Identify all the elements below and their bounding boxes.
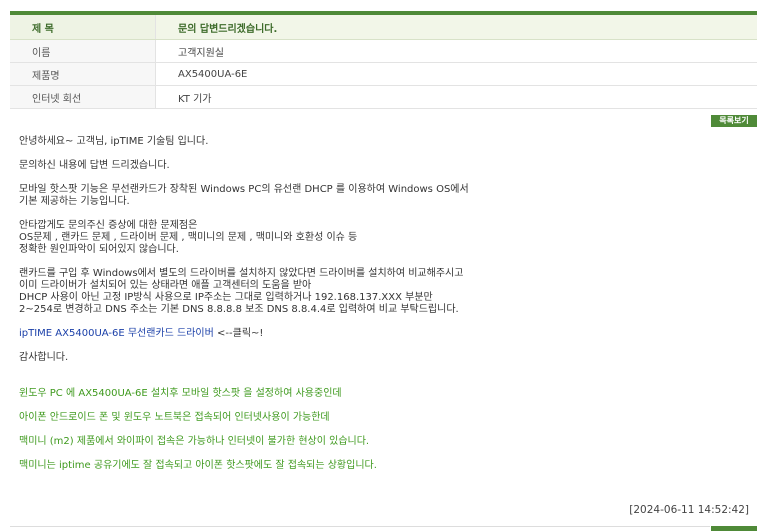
answer-paragraph-2-line-3: 정확한 원인파악이 되어있지 않습니다. — [19, 244, 179, 255]
question-line-3: 맥미니 (m2) 제품에서 와이파이 접속은 가능하나 인터넷이 불가한 현상이… — [19, 436, 370, 447]
internet-row: 인터넷 회선 KT 기가 — [10, 85, 757, 109]
question-line-1: 윈도우 PC 에 AX5400UA-6E 설치후 모바일 핫스팟 을 설정하여 … — [19, 388, 342, 399]
post-timestamp: [2024-06-11 14:52:42] — [629, 504, 749, 516]
internet-label: 인터넷 회선 — [10, 85, 156, 109]
answer-paragraph-3-line-4: 2~254로 변경하고 DNS 주소는 기본 DNS 8.8.8.8 보조 DN… — [19, 304, 459, 315]
answer-paragraph-2-line-2: OS문제 , 랜카드 문제 , 드라이버 문제 , 맥미니의 문제 , 맥미니와… — [19, 232, 358, 243]
name-row: 이름 고객지원실 — [10, 39, 757, 63]
list-view-button[interactable]: 목록보기 — [711, 115, 757, 127]
answer-paragraph-3-line-3: DHCP 사용이 아닌 고정 IP방식 사용으로 IP주소는 그대로 입력하거나… — [19, 292, 433, 303]
answer-paragraph-3-line-1: 랜카드를 구입 후 Windows에서 별도의 드라이버를 설치하지 않았다면 … — [19, 268, 464, 279]
product-row: 제품명 AX5400UA-6E — [10, 62, 757, 86]
driver-download-link[interactable]: ipTIME AX5400UA-6E 무선랜카드 드라이버 — [19, 328, 214, 339]
product-label: 제품명 — [10, 62, 156, 86]
answer-paragraph-1-line-2: 기본 제공하는 기능입니다. — [19, 196, 130, 207]
answer-paragraph-1-line-1: 모바일 핫스팟 기능은 무선랜카드가 장착된 Windows PC의 유선랜 D… — [19, 184, 469, 195]
answer-intro: 문의하신 내용에 답변 드리겠습니다. — [19, 160, 170, 171]
subject-value: 문의 답변드리겠습니다. — [155, 15, 757, 40]
question-line-4: 맥미니는 iptime 공유기에도 잘 접속되고 아이폰 핫스팟에도 잘 접속되… — [19, 460, 377, 471]
answer-thanks: 감사합니다. — [19, 352, 69, 363]
question-line-2: 아이폰 안드로이드 폰 및 윈도우 노트북은 접속되어 인터넷사용이 가능한데 — [19, 412, 330, 423]
bottom-divider — [10, 526, 710, 527]
driver-line: ipTIME AX5400UA-6E 무선랜카드 드라이버 <--클릭~! — [19, 328, 263, 340]
click-hint: <--클릭~! — [213, 328, 264, 339]
inquiry-info-table: 제 목 문의 답변드리겠습니다. 이름 고객지원실 제품명 AX5400UA-6… — [10, 15, 757, 109]
name-value: 고객지원실 — [155, 39, 757, 63]
internet-value: KT 기가 — [155, 85, 757, 109]
answer-greeting: 안녕하세요~ 고객님, ipTIME 기술팀 입니다. — [19, 136, 209, 147]
subject-label: 제 목 — [10, 15, 156, 40]
answer-paragraph-2-line-1: 안타깝게도 문의주신 증상에 대한 문제점은 — [19, 220, 198, 231]
product-value: AX5400UA-6E — [155, 62, 757, 86]
bottom-accent-bar — [711, 526, 757, 531]
answer-paragraph-3-line-2: 이미 드라이버가 설치되어 있는 상태라면 애플 고객센터의 도움을 받아 — [19, 280, 312, 291]
subject-row: 제 목 문의 답변드리겠습니다. — [10, 15, 757, 40]
name-label: 이름 — [10, 39, 156, 63]
